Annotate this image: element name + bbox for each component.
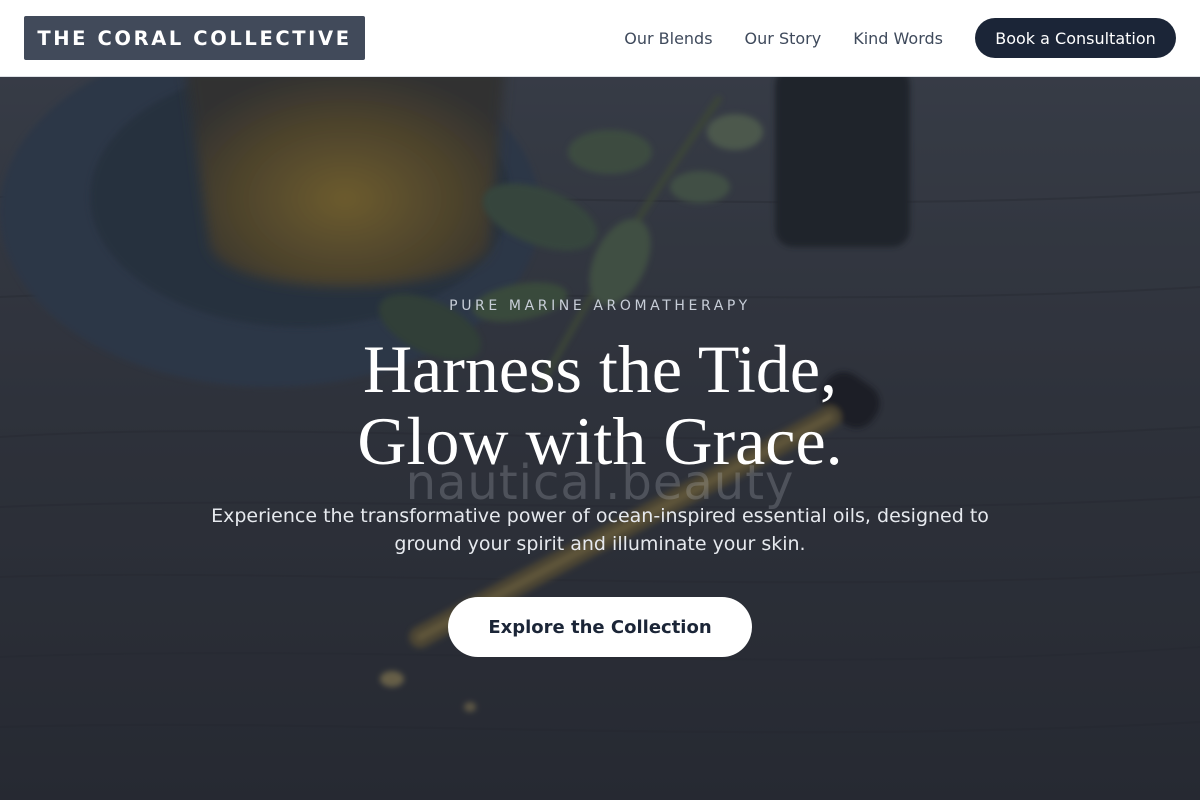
hero-headline-line-1: Harness the Tide,	[362, 331, 838, 407]
brand-logo[interactable]: THE CORAL COLLECTIVE	[24, 16, 365, 60]
hero-content: PURE MARINE AROMATHERAPY Harness the Tid…	[0, 77, 1200, 800]
main-nav: Our Blends Our Story Kind Words Book a C…	[624, 18, 1176, 58]
book-consultation-button[interactable]: Book a Consultation	[975, 18, 1176, 58]
hero-eyebrow: PURE MARINE AROMATHERAPY	[449, 298, 751, 314]
hero-section: PURE MARINE AROMATHERAPY Harness the Tid…	[0, 77, 1200, 800]
site-header: THE CORAL COLLECTIVE Our Blends Our Stor…	[0, 0, 1200, 77]
nav-link-kind-words[interactable]: Kind Words	[853, 29, 943, 48]
nav-link-our-blends[interactable]: Our Blends	[624, 29, 712, 48]
hero-subtext: Experience the transformative power of o…	[211, 505, 989, 555]
explore-collection-button[interactable]: Explore the Collection	[448, 597, 752, 657]
nav-link-our-story[interactable]: Our Story	[745, 29, 822, 48]
